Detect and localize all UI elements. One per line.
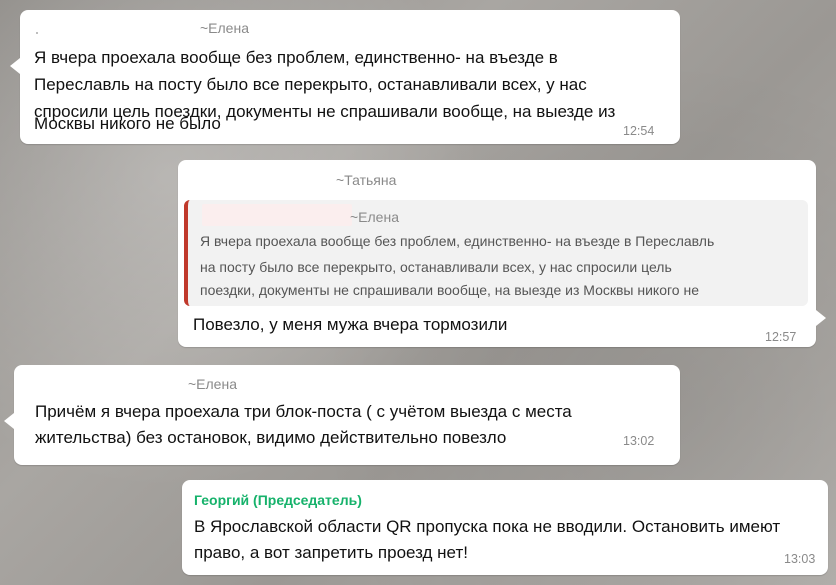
message-text-line: Причём я вчера проехала три блок-поста (… (35, 402, 572, 421)
message-bubble-1[interactable]: ~Елена Я вчера проехала вообще без пробл… (10, 10, 680, 144)
message-bubble-2[interactable]: ~Татьяна ~Елена Я вчера проехала вообще … (178, 160, 826, 347)
message-text-line: В Ярославской области QR пропуска пока н… (194, 517, 781, 536)
message-text-line: право, а вот запретить проезд нет! (194, 543, 468, 562)
message-time: 12:57 (765, 330, 797, 344)
message-bubble-3[interactable]: ~Елена Причём я вчера проехала три блок-… (4, 365, 680, 465)
message-time: 12:54 (623, 124, 655, 138)
message-text-line: Повезло, у меня мужа вчера тормозили (193, 315, 508, 334)
sender-avatar-dot (36, 32, 38, 34)
message-text-line: Переславль на посту было все перекрыто, … (34, 75, 587, 94)
reply-quote[interactable]: ~Елена Я вчера проехала вообще без пробл… (184, 200, 808, 306)
message-sender: ~Елена (188, 376, 237, 392)
message-sender: ~Елена (200, 20, 249, 36)
message-time: 13:02 (623, 434, 655, 448)
message-sender: ~Татьяна (336, 172, 397, 188)
message-bubble-4[interactable]: Георгий (Председатель) В Ярославской обл… (182, 480, 828, 575)
admin-sender-name[interactable]: Георгий (Председатель) (194, 492, 362, 508)
quote-text-line: поездки, документы не спрашивали вообще,… (200, 282, 699, 298)
message-text-line: жительства) без остановок, видимо действ… (35, 428, 507, 447)
message-text-line: Москвы никого не было (34, 114, 221, 133)
redacted-name (202, 204, 352, 226)
quote-text-line: Я вчера проехала вообще без проблем, еди… (200, 233, 715, 249)
message-time: 13:03 (784, 552, 816, 566)
quote-sender: ~Елена (350, 209, 399, 225)
message-text-line: Я вчера проехала вообще без проблем, еди… (34, 48, 558, 67)
